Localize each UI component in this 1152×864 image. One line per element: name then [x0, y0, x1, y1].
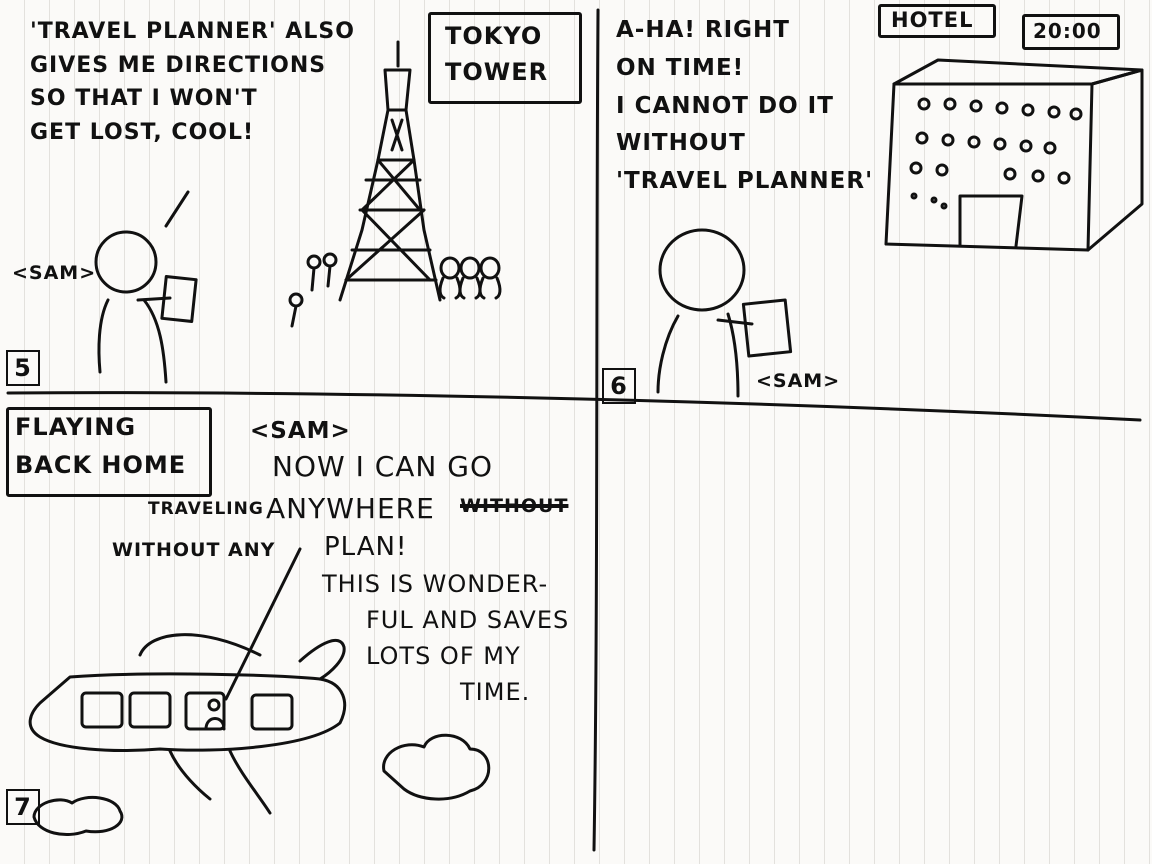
- panel-8-empty: [598, 420, 1152, 864]
- panel-5-drawing: [94, 40, 502, 384]
- character-head: [658, 228, 746, 312]
- panel-5: 'TRAVEL PLANNER' ALSO GIVES ME DIRECTION…: [0, 0, 598, 393]
- airplane-icon: [28, 633, 347, 815]
- character-head: [94, 230, 158, 294]
- passenger-icon: [207, 698, 221, 712]
- cloud-icon: [382, 733, 491, 801]
- speech-pointer: [164, 190, 190, 228]
- tokyo-tower-icon: [338, 40, 442, 302]
- hotel-building-icon: [884, 58, 1144, 252]
- phone-icon: [741, 298, 793, 358]
- panel-number: 7: [6, 789, 40, 825]
- character-body: [97, 298, 110, 374]
- sketch-page: 'TRAVEL PLANNER' ALSO GIVES ME DIRECTION…: [0, 0, 1152, 864]
- panel-6-drawing: [656, 58, 1144, 398]
- panel-7: FLAYING BACK HOME <SAM> NOW I CAN GO TRA…: [0, 393, 598, 864]
- panel-number: 5: [6, 350, 40, 386]
- panel-number: 6: [602, 368, 636, 404]
- character-body: [656, 314, 680, 394]
- panel-6: A-HA! RIGHT ON TIME! I CANNOT DO IT WITH…: [598, 0, 1152, 420]
- crowd-icon: [288, 252, 502, 328]
- panel-7-drawing: [28, 547, 491, 836]
- cloud-icon: [32, 795, 124, 836]
